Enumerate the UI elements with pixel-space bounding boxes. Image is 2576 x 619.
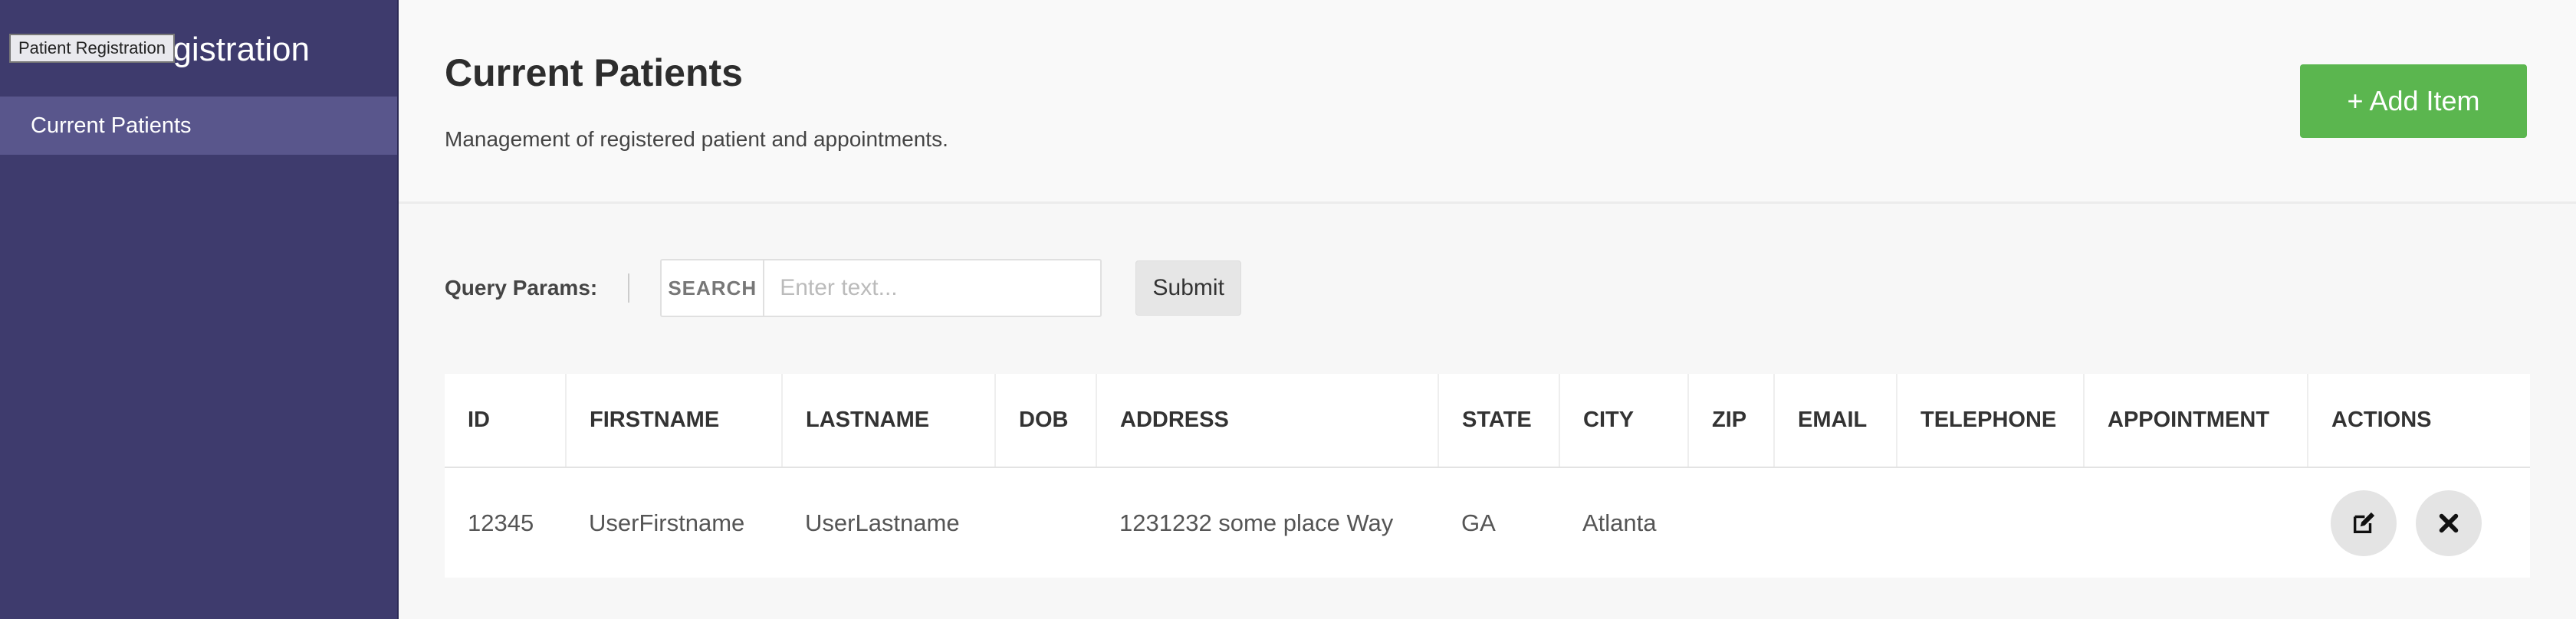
column-header-lastname[interactable]: LASTNAME xyxy=(782,374,996,468)
column-header-id[interactable]: ID xyxy=(445,374,567,468)
column-header-dob[interactable]: DOB xyxy=(995,374,1097,468)
search-input[interactable] xyxy=(764,260,1101,316)
submit-button[interactable]: Submit xyxy=(1135,260,1242,316)
cell-telephone xyxy=(1897,467,2084,578)
cell-lastname: UserLastname xyxy=(805,509,960,536)
cell-firstname: UserFirstname xyxy=(589,509,745,536)
close-icon xyxy=(2439,513,2458,532)
page-header: Current Patients Management of registere… xyxy=(399,0,2576,204)
query-params-label: Query Params: xyxy=(445,276,598,300)
column-header-address[interactable]: ADDRESS xyxy=(1096,374,1439,468)
edit-icon xyxy=(2353,512,2375,533)
patients-table: ID FIRSTNAME LASTNAME DOB ADDRESS STATE … xyxy=(445,374,2530,578)
divider xyxy=(628,273,630,303)
table-header-row: ID FIRSTNAME LASTNAME DOB ADDRESS STATE … xyxy=(445,374,2530,468)
cell-dob xyxy=(995,467,1096,578)
search-addon-label: SEARCH xyxy=(662,260,765,316)
column-header-actions: ACTIONS xyxy=(2308,374,2530,468)
cell-city: Atlanta xyxy=(1582,509,1657,536)
column-header-firstname[interactable]: FIRSTNAME xyxy=(566,374,783,468)
column-header-city[interactable]: CITY xyxy=(1559,374,1689,468)
sidebar-item-current-patients[interactable]: Current Patients xyxy=(0,97,397,155)
cell-actions xyxy=(2308,467,2530,578)
cell-address: 1231232 some place Way xyxy=(1119,509,1394,536)
add-item-button[interactable]: + Add Item xyxy=(2300,64,2527,138)
cell-appointment xyxy=(2084,467,2308,578)
sidebar-item-label: Current Patients xyxy=(31,113,192,138)
delete-button[interactable] xyxy=(2415,490,2482,556)
page-title: Current Patients xyxy=(445,51,743,94)
cell-email xyxy=(1774,467,1897,578)
page-subtitle: Management of registered patient and app… xyxy=(445,127,948,151)
column-header-state[interactable]: STATE xyxy=(1438,374,1560,468)
cell-state: GA xyxy=(1461,509,1496,536)
column-header-appointment[interactable]: APPOINTMENT xyxy=(2084,374,2308,468)
sidebar: Patient Registration Patient Registratio… xyxy=(0,0,399,619)
edit-button[interactable] xyxy=(2331,490,2397,556)
table-row: 12345 UserFirstname UserLastname 1231232… xyxy=(445,467,2530,578)
cell-id: 12345 xyxy=(468,509,534,536)
query-params-bar: Query Params: SEARCH Submit xyxy=(445,259,1242,317)
cell-zip xyxy=(1688,467,1774,578)
search-group: SEARCH xyxy=(660,259,1102,317)
app-title-tooltip: Patient Registration xyxy=(9,34,175,63)
column-header-email[interactable]: EMAIL xyxy=(1774,374,1898,468)
column-header-zip[interactable]: ZIP xyxy=(1688,374,1775,468)
column-header-telephone[interactable]: TELEPHONE xyxy=(1897,374,2085,468)
